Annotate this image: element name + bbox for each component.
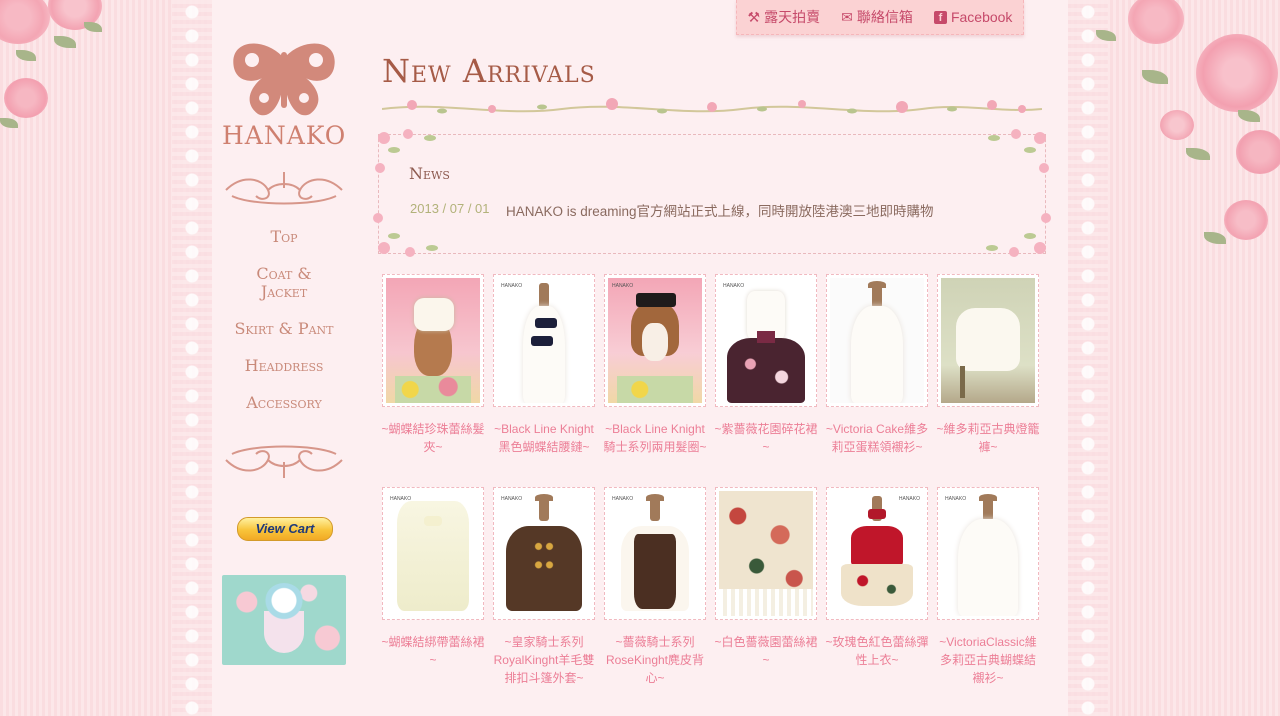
nav-coat-jacket[interactable]: Coat & Jacket <box>222 265 346 301</box>
product-image[interactable] <box>382 274 484 407</box>
nav-headdress[interactable]: Headdress <box>222 357 346 375</box>
brand-logo-icon: HANAKO <box>723 283 745 289</box>
facebook-icon: f <box>933 10 947 24</box>
product-image[interactable]: HANAKO <box>826 487 928 620</box>
product-card: HANAKO ~Black Line Knight黑色蝴蝶結腰鏈~ <box>493 274 595 456</box>
product-card: HANAKO ~蝴蝶結綁帶蕾絲裙~ <box>381 487 485 669</box>
nav-coat-jacket-line1: Coat & <box>256 264 312 283</box>
butterfly-logo-icon <box>233 43 335 116</box>
brand-logo-icon: HANAKO <box>612 283 634 289</box>
brand-logo-icon: HANAKO <box>898 496 920 502</box>
right-lace-border <box>1068 0 1108 716</box>
product-image[interactable] <box>826 274 928 407</box>
facebook-link[interactable]: f Facebook <box>933 9 1013 25</box>
product-image[interactable]: HANAKO <box>382 487 484 620</box>
product-image[interactable] <box>715 487 817 620</box>
product-caption[interactable]: ~VictoriaClassic維多莉亞古典蝴蝶結襯衫~ <box>936 633 1040 687</box>
product-card: HANAKO ~Black Line Knight騎士系列兩用髮圈~ <box>603 274 707 456</box>
nav-accessory[interactable]: Accessory <box>222 394 346 412</box>
view-cart-button[interactable]: View Cart <box>237 517 333 541</box>
product-card: HANAKO ~皇家騎士系列RoyalKinght羊毛雙排扣斗篷外套~ <box>493 487 595 687</box>
promo-banner[interactable] <box>222 575 346 665</box>
news-heading: News <box>409 164 450 183</box>
facebook-link-label: Facebook <box>950 9 1013 25</box>
product-caption[interactable]: ~蝴蝶結珍珠蕾絲髮夾~ <box>381 420 485 456</box>
product-image[interactable]: HANAKO <box>604 274 706 407</box>
brand-logo-icon: HANAKO <box>501 283 523 289</box>
mailbox-link[interactable]: ✉ 聯絡信箱 <box>841 7 913 27</box>
mailbox-link-label: 聯絡信箱 <box>856 9 913 25</box>
nav-skirt-pant[interactable]: Skirt & Pant <box>222 320 346 338</box>
top-link-bar: ⚒ 露天拍賣 ✉ 聯絡信箱 f Facebook <box>736 0 1024 35</box>
product-card: ~白色薔薇園蕾絲裙~ <box>714 487 818 669</box>
brand-logo-icon: HANAKO <box>612 496 634 502</box>
news-corner-flowers <box>373 129 1051 257</box>
auction-link[interactable]: ⚒ 露天拍賣 <box>748 7 821 27</box>
product-image[interactable]: HANAKO <box>493 274 595 407</box>
news-date: 2013 / 07 / 01 <box>410 201 490 216</box>
product-card: HANAKO ~VictoriaClassic維多莉亞古典蝴蝶結襯衫~ <box>937 487 1039 687</box>
logo-text: HANAKO <box>222 121 347 150</box>
product-caption[interactable]: ~Black Line Knight黑色蝴蝶結腰鏈~ <box>492 420 596 456</box>
auction-link-label: 露天拍賣 <box>764 9 821 25</box>
page-title: New Arrivals <box>382 52 596 90</box>
banner-illustration <box>264 583 304 653</box>
product-card: HANAKO ~玫瑰色紅色蕾絲彈性上衣~ <box>825 487 929 669</box>
product-image[interactable]: HANAKO <box>604 487 706 620</box>
product-caption[interactable]: ~皇家騎士系列RoyalKinght羊毛雙排扣斗篷外套~ <box>492 633 596 687</box>
product-card: ~蝴蝶結珍珠蕾絲髮夾~ <box>381 274 485 456</box>
product-image[interactable] <box>937 274 1039 407</box>
news-text[interactable]: HANAKO is dreaming官方網站正式上線，同時開放陸港澳三地即時購物 <box>506 200 934 220</box>
product-caption[interactable]: ~Black Line Knight騎士系列兩用髮圈~ <box>603 420 707 456</box>
hammer-icon: ⚒ <box>747 9 761 25</box>
sidebar-nav: Top Coat & Jacket Skirt & Pant Headdress… <box>222 228 346 431</box>
product-image[interactable]: HANAKO <box>493 487 595 620</box>
left-lace-border <box>172 0 212 716</box>
product-caption[interactable]: ~蝴蝶結綁帶蕾絲裙~ <box>381 633 485 669</box>
nav-coat-jacket-line2: Jacket <box>260 282 308 301</box>
product-image[interactable]: HANAKO <box>937 487 1039 620</box>
product-caption[interactable]: ~白色薔薇園蕾絲裙~ <box>714 633 818 669</box>
product-caption[interactable]: ~薔薇騎士系列RoseKinght麂皮背心~ <box>603 633 707 687</box>
product-caption[interactable]: ~紫薔薇花園碎花裙~ <box>714 420 818 456</box>
brand-logo-icon: HANAKO <box>945 496 967 502</box>
product-caption[interactable]: ~維多莉亞古典燈籠褲~ <box>936 420 1040 456</box>
nav-top[interactable]: Top <box>222 228 346 246</box>
product-image[interactable]: HANAKO <box>715 274 817 407</box>
product-card: HANAKO ~薔薇騎士系列RoseKinght麂皮背心~ <box>604 487 706 687</box>
product-card: HANAKO ~紫薔薇花園碎花裙~ <box>714 274 818 456</box>
product-card: ~維多莉亞古典燈籠褲~ <box>936 274 1040 456</box>
product-card: ~Victoria Cake維多莉亞蛋糕領襯衫~ <box>826 274 928 456</box>
product-caption[interactable]: ~玫瑰色紅色蕾絲彈性上衣~ <box>825 633 929 669</box>
title-garland-divider <box>382 98 1042 114</box>
top-ornament-divider <box>225 172 343 205</box>
bottom-ornament-divider <box>225 445 343 478</box>
brand-logo-icon: HANAKO <box>501 496 523 502</box>
envelope-icon: ✉ <box>841 9 853 25</box>
site-logo[interactable]: HANAKO <box>222 38 346 150</box>
product-caption[interactable]: ~Victoria Cake維多莉亞蛋糕領襯衫~ <box>825 420 929 456</box>
